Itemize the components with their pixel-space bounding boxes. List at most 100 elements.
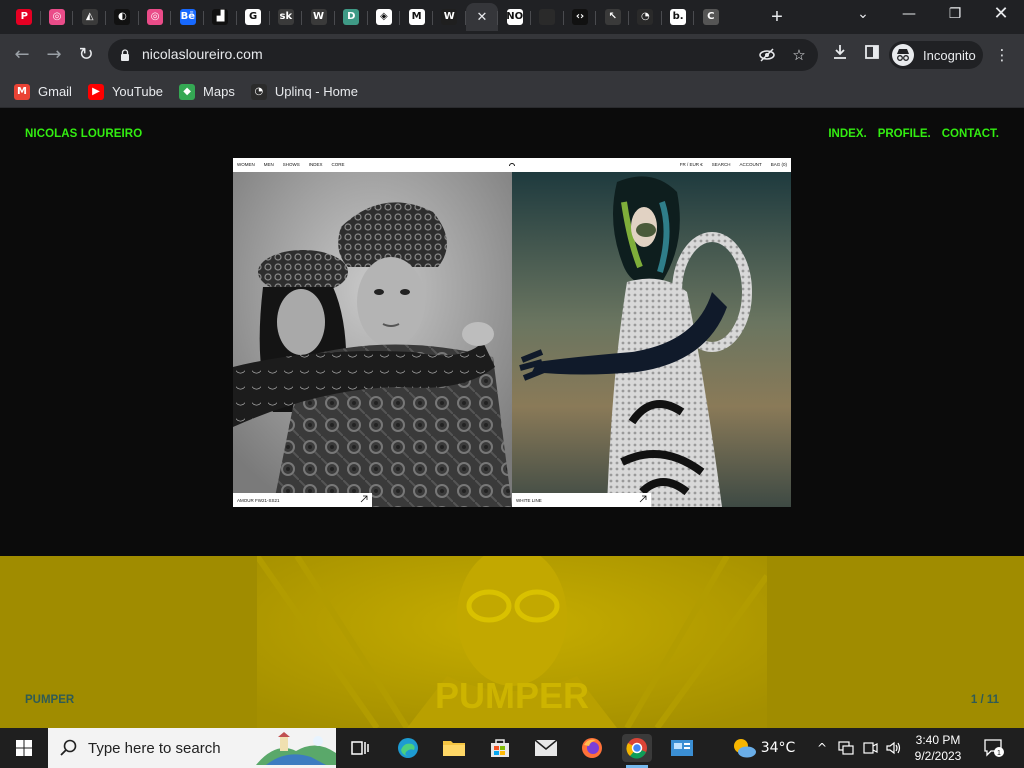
tune-icon: ◔ [637, 9, 654, 25]
c-icon: C [702, 9, 719, 25]
preview-nav-item: FR / EUR € [679, 162, 703, 167]
browser-tab[interactable]: ↖ [596, 3, 630, 31]
firefox-icon[interactable] [578, 734, 606, 762]
gmail-icon: M [408, 9, 425, 25]
tracking-protection-icon[interactable] [758, 46, 776, 64]
next-project-hero[interactable]: PUMPER PUMPER 1 / 11 [0, 556, 1024, 728]
control-panel-icon[interactable] [668, 734, 696, 762]
chrome-icon[interactable] [622, 734, 652, 762]
minimize-button[interactable]: — [886, 0, 932, 30]
meet-icon[interactable] [860, 728, 880, 768]
bookmark-label: YouTube [111, 84, 164, 99]
site-nav: INDEX. PROFILE. CONTACT. [828, 128, 999, 140]
bookmark-item[interactable]: ▶ YouTube [87, 83, 164, 100]
close-tab-icon[interactable]: ✕ [477, 10, 488, 25]
store-icon[interactable] [486, 734, 514, 762]
address-bar[interactable]: nicolasloureiro.com ☆ [108, 39, 818, 71]
taskbar-search[interactable]: Type here to search [48, 728, 336, 768]
browser-tab[interactable]: ✕ [465, 3, 499, 31]
tray-chevron-up-icon[interactable]: ^ [812, 728, 832, 768]
menu-kebab-icon[interactable]: ⋮ [991, 44, 1013, 66]
reload-button[interactable]: ↻ [72, 41, 100, 69]
preview-nav-item: BAG (0) [770, 162, 787, 167]
browser-tab[interactable]: C [694, 3, 727, 31]
browser-tab[interactable]: ‹› [564, 3, 597, 31]
tab-search-button[interactable]: ⌄ [840, 0, 886, 30]
browser-tab[interactable]: ▟ [204, 3, 237, 31]
maps-icon: ◆ [179, 83, 196, 100]
browser-tab[interactable]: b. [662, 3, 695, 31]
browser-tab[interactable]: ◔ [629, 3, 662, 31]
download-icon[interactable] [829, 44, 851, 66]
restore-button[interactable]: ❐ [932, 0, 978, 30]
browser-tab[interactable]: M [400, 3, 433, 31]
back-button[interactable]: ← [8, 41, 36, 69]
nav-profile-link[interactable]: PROFILE. [878, 128, 931, 140]
bookmark-star-icon[interactable]: ☆ [790, 46, 808, 64]
bookmark-app-icon: ▟ [212, 9, 229, 25]
browser-tab[interactable]: P [8, 3, 41, 31]
preview-nav-item: INDEX [308, 162, 323, 167]
bookmark-item[interactable]: M Gmail [14, 83, 72, 100]
forward-button[interactable]: → [40, 41, 68, 69]
site-brand[interactable]: NICOLAS LOUREIRO [25, 128, 142, 140]
search-icon [60, 739, 77, 756]
browser-tab[interactable]: ◭ [73, 3, 107, 31]
edge-icon[interactable] [394, 734, 422, 762]
new-tab-button[interactable]: + [765, 6, 789, 30]
browser-tab[interactable]: D [335, 3, 368, 31]
side-panel-icon[interactable] [861, 44, 883, 66]
bookmark-item[interactable]: ◔ Uplinq - Home [250, 83, 358, 100]
browser-tab[interactable]: ◐ [106, 3, 139, 31]
browser-tab[interactable]: sk [270, 3, 303, 31]
taskbar: Type here to search 34°C ^ 3:40 PM 9/2/2… [0, 728, 1024, 768]
browser-tab[interactable] [531, 3, 564, 31]
browser-tab[interactable]: ◈ [368, 3, 401, 31]
weather-widget[interactable]: 34°C [728, 728, 798, 768]
w-icon: W [310, 9, 327, 25]
youtube-icon: ▶ [87, 83, 104, 100]
project-title-label[interactable]: PUMPER [25, 694, 74, 706]
bookmark-label: Uplinq - Home [274, 84, 358, 99]
system-clock[interactable]: 3:40 PM 9/2/2023 [900, 732, 976, 764]
project-pager: 1 / 11 [970, 694, 999, 706]
browser-tab[interactable]: W [433, 3, 466, 31]
preview-caption[interactable]: AMOUR FW21-SS21 [233, 493, 372, 507]
close-window-button[interactable]: ✕ [978, 0, 1024, 30]
b-icon: b. [670, 9, 687, 25]
codepen-icon: ◈ [375, 9, 392, 25]
browser-toolbar: ← → ↻ nicolasloureiro.com ☆ Incognito ⋮ [0, 34, 1024, 76]
pinterest-icon: P [16, 9, 33, 25]
file-explorer-icon[interactable] [440, 734, 468, 762]
browser-tab[interactable]: W [302, 3, 335, 31]
no-icon: NO [506, 9, 523, 25]
bookmark-item[interactable]: ◆ Maps [179, 83, 235, 100]
lock-icon [121, 49, 129, 61]
browser-tab[interactable]: G [237, 3, 270, 31]
notification-center-icon[interactable]: 1 [980, 728, 1008, 768]
preview-nav-item: CORE [331, 162, 345, 167]
browser-tab[interactable]: NO [498, 3, 531, 31]
nav-contact-link[interactable]: CONTACT. [942, 128, 999, 140]
browser-tab[interactable]: ◎ [41, 3, 74, 31]
mail-icon[interactable] [532, 734, 560, 762]
preview-caption[interactable]: WHITE LINE [512, 493, 651, 507]
webflow-icon: W [441, 9, 458, 25]
search-placeholder: Type here to search [88, 740, 221, 757]
gmail-icon: M [14, 83, 30, 100]
start-button[interactable] [0, 728, 48, 768]
network-icon[interactable] [836, 728, 856, 768]
behance-icon: Bē [179, 9, 196, 25]
arrow-up-right-icon [639, 495, 647, 503]
uplinq-icon: ◔ [250, 83, 267, 100]
task-view-icon[interactable] [346, 734, 374, 762]
browser-tab[interactable]: ◎ [139, 3, 172, 31]
nav-index-link[interactable]: INDEX. [828, 128, 866, 140]
url-text[interactable]: nicolasloureiro.com [142, 46, 263, 62]
browser-tab[interactable]: Bē [171, 3, 205, 31]
project-preview[interactable]: WOMEN MEN SHOWS INDEX CORE FR / EUR € SE… [233, 158, 791, 507]
blank-tab-icon [539, 9, 556, 25]
incognito-profile-button[interactable]: Incognito [889, 41, 983, 69]
google-icon: G [245, 9, 262, 25]
preview-nav-item: SHOWS [282, 162, 300, 167]
